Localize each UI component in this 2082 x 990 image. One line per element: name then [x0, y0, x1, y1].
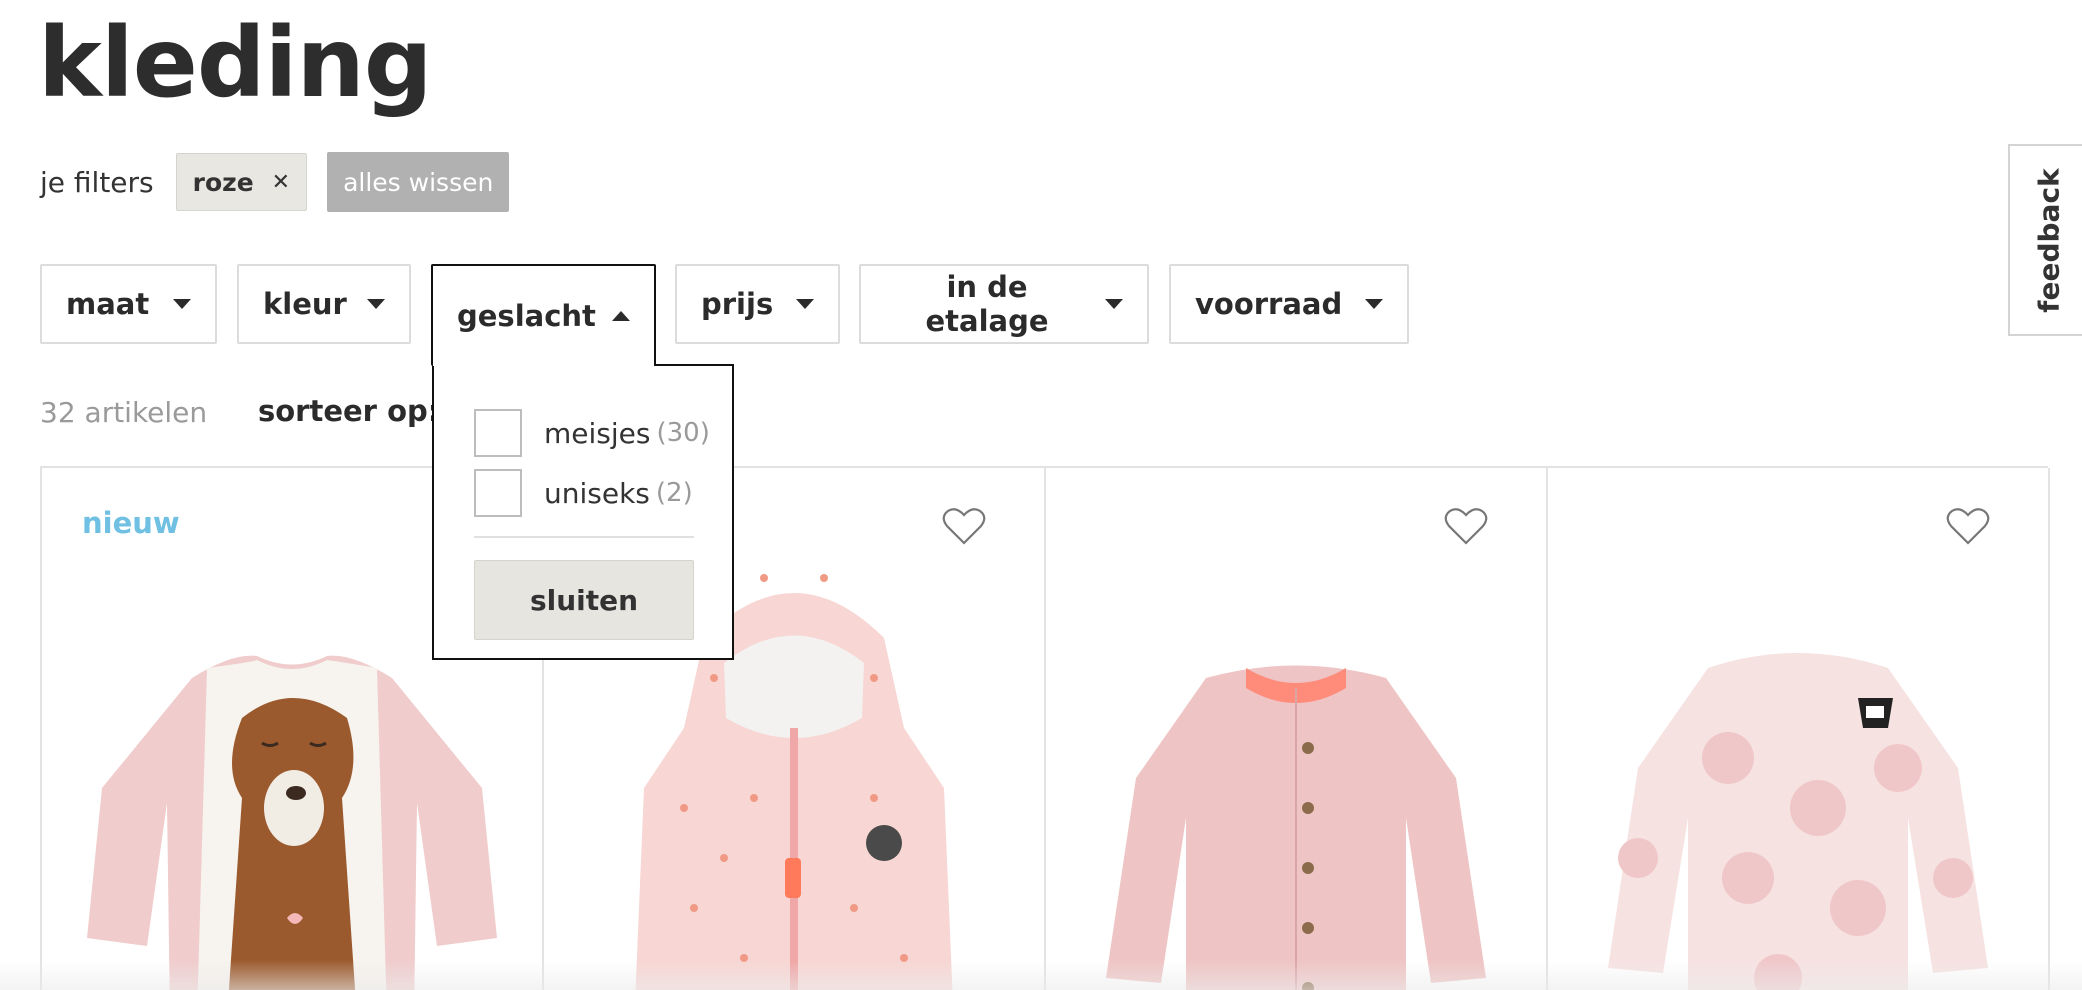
product-image[interactable] [1548, 558, 2048, 990]
heart-outline-icon[interactable] [942, 506, 986, 546]
filter-label: maat [66, 287, 150, 321]
heart-outline-icon[interactable] [1444, 506, 1488, 546]
caret-up-icon [612, 311, 630, 321]
feedback-tab[interactable]: feedback [2008, 144, 2082, 336]
product-card[interactable] [1046, 468, 1548, 990]
feedback-label: feedback [2032, 167, 2066, 313]
caret-down-icon [796, 299, 814, 309]
option-meisjes[interactable]: meisjes (30) [474, 408, 710, 458]
product-card[interactable] [1548, 468, 2050, 990]
filter-label: voorraad [1195, 287, 1343, 321]
result-count: 32 artikelen [40, 396, 208, 429]
option-label: meisjes [544, 416, 651, 450]
checkbox[interactable] [474, 469, 522, 517]
filter-label: kleur [263, 287, 347, 321]
gender-filter-dropdown: meisjes (30) uniseks (2) sluiten [432, 364, 734, 660]
close-dropdown-button[interactable]: sluiten [474, 560, 694, 640]
checkbox[interactable] [474, 409, 522, 457]
filter-chip-label: roze [192, 167, 254, 197]
sort-label: sorteer op: [258, 394, 440, 428]
filter-etalage-button[interactable]: in de etalage [859, 264, 1149, 344]
caret-down-icon [1105, 299, 1123, 309]
page-title: kleding [38, 7, 433, 119]
filter-label: in de etalage [925, 270, 1049, 338]
filter-prijs-button[interactable]: prijs [675, 264, 840, 344]
option-count: (30) [656, 418, 710, 448]
filter-chip-roze[interactable]: roze ✕ [175, 153, 308, 211]
close-icon[interactable]: ✕ [272, 170, 290, 195]
filter-voorraad-button[interactable]: voorraad [1169, 264, 1409, 344]
option-label: uniseks [544, 476, 650, 510]
active-filters: je filters roze ✕ alles wissen [40, 152, 510, 212]
option-count: (2) [655, 478, 693, 508]
caret-down-icon [367, 299, 385, 309]
caret-down-icon [1365, 299, 1383, 309]
product-listing-page: kleding je filters roze ✕ alles wissen m… [0, 0, 2082, 990]
clear-all-filters-button[interactable]: alles wissen [327, 152, 510, 212]
new-badge: nieuw [82, 506, 180, 540]
filter-label: geslacht [457, 299, 596, 333]
caret-down-icon [173, 299, 191, 309]
filter-maat-button[interactable]: maat [40, 264, 217, 344]
filter-label: prijs [701, 287, 774, 321]
product-image[interactable] [1046, 558, 1546, 990]
divider [474, 536, 694, 538]
active-filters-label: je filters [40, 165, 154, 199]
option-uniseks[interactable]: uniseks (2) [474, 468, 693, 518]
filter-kleur-button[interactable]: kleur [237, 264, 411, 344]
heart-outline-icon[interactable] [1946, 506, 1990, 546]
filter-geslacht-button[interactable]: geslacht [431, 264, 656, 366]
product-grid: nieuw [40, 466, 2050, 990]
